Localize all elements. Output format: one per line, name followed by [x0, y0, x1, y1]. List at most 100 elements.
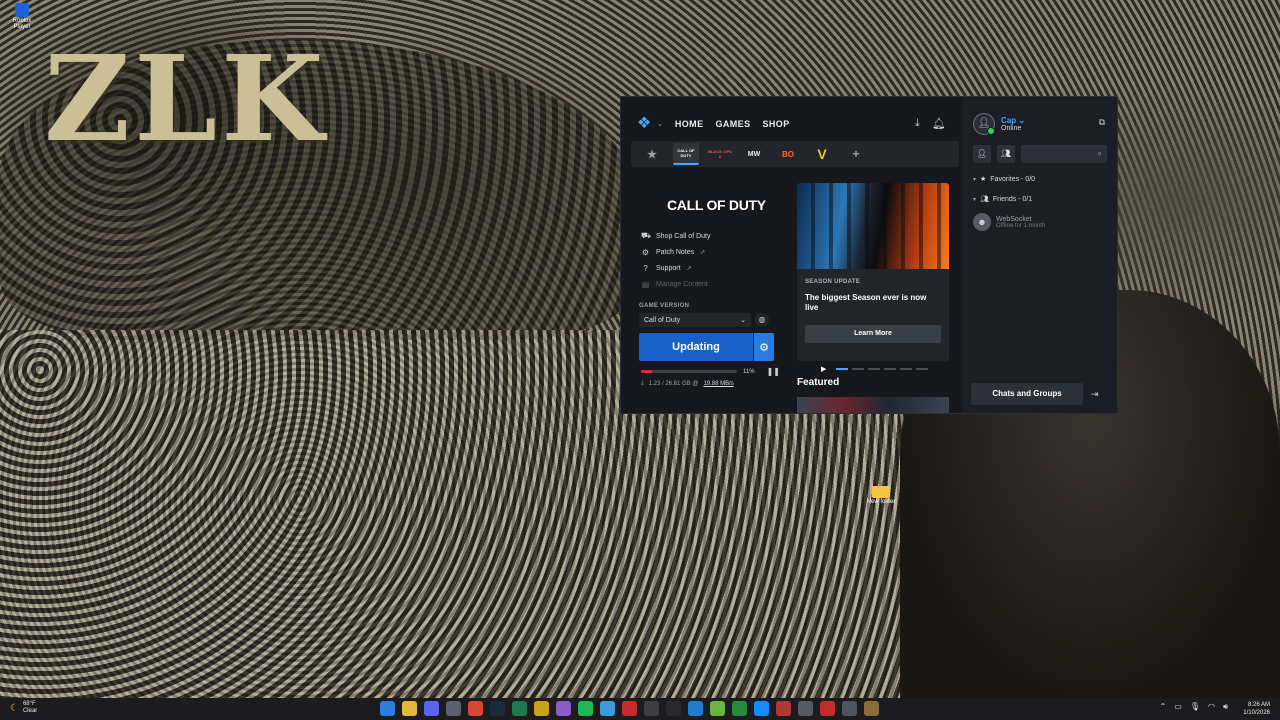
tab-black-ops-6[interactable]: BLACK OPS 6: [707, 144, 733, 164]
carousel-dot[interactable]: [916, 368, 929, 370]
desktop-icon-roblox[interactable]: Roblox Player: [4, 3, 40, 30]
profile-name: Cap ⌄: [1001, 116, 1026, 125]
season-update-image: [797, 183, 949, 269]
app7-icon[interactable]: [842, 701, 857, 716]
play-icon[interactable]: ▶: [821, 365, 826, 373]
learn-more-button[interactable]: Learn More: [805, 325, 941, 343]
bell-icon[interactable]: 🔔︎: [932, 117, 946, 130]
globe-icon[interactable]: ◍: [755, 313, 769, 327]
friends-group[interactable]: ▾ 👥︎ Friends - 0/1: [973, 195, 1033, 204]
clock[interactable]: 8:26 AM 1/10/2026: [1243, 701, 1270, 717]
folder-icon: [872, 486, 890, 498]
chevron-down-icon[interactable]: ⌄: [657, 120, 663, 128]
favorites-star-icon[interactable]: ★: [639, 144, 665, 164]
tab-black-ops[interactable]: BO: [775, 144, 801, 164]
download-speed: 19.88 MB/s: [703, 380, 734, 387]
nav-shop[interactable]: SHOP: [763, 119, 790, 129]
carousel-dot[interactable]: [900, 368, 913, 370]
tab-call-of-duty[interactable]: CALL OF DUTY: [673, 143, 699, 165]
app6-icon[interactable]: [820, 701, 835, 716]
vs-code-icon[interactable]: [688, 701, 703, 716]
carousel-dot[interactable]: [884, 368, 897, 370]
file-explorer-icon[interactable]: [402, 701, 417, 716]
roblox-icon: [15, 3, 29, 17]
app2-icon[interactable]: [622, 701, 637, 716]
chevron-up-icon[interactable]: ⌃: [1160, 702, 1167, 712]
app3-icon[interactable]: [644, 701, 659, 716]
discord-icon[interactable]: [424, 701, 439, 716]
updating-button[interactable]: Updating: [639, 333, 753, 361]
spotify-icon[interactable]: [578, 701, 593, 716]
favorites-label: Favorites - 0/0: [990, 175, 1036, 183]
battlenet-window: — ☐ ✕ ❖ ⌄ HOME GAMES SHOP ⤓ 🔔︎ ★ CALL OF…: [620, 96, 1118, 414]
friends-search-input[interactable]: ⌕: [1021, 145, 1107, 163]
app5-icon[interactable]: [798, 701, 813, 716]
carousel-dot[interactable]: [836, 368, 849, 370]
search-icon: ⌕: [1097, 149, 1102, 158]
app-icon[interactable]: [600, 701, 615, 716]
desktop-icon-new-folder[interactable]: New folder: [866, 486, 896, 505]
friend-item[interactable]: ☻ WebSocket Offline for 1 month: [973, 213, 1045, 231]
game-settings-gear-icon[interactable]: ⚙: [754, 333, 774, 361]
download-icon[interactable]: ⤓: [915, 117, 920, 130]
friends-icon: 👥︎: [980, 196, 989, 203]
terminal-icon[interactable]: [512, 701, 527, 716]
xbox-icon[interactable]: [732, 701, 747, 716]
wifi-icon[interactable]: ◠: [1208, 702, 1215, 712]
steam-icon[interactable]: [490, 701, 505, 716]
box-icon: ▤: [641, 279, 650, 289]
expand-icon[interactable]: ⇥: [1091, 389, 1099, 400]
windows-icon[interactable]: [380, 701, 395, 716]
tab-vanguard[interactable]: V: [809, 144, 835, 164]
chats-and-groups-button[interactable]: Chats and Groups: [971, 383, 1083, 405]
photoshop-icon[interactable]: [534, 701, 549, 716]
chrome-icon[interactable]: [468, 701, 483, 716]
pause-icon[interactable]: ❚❚: [767, 367, 780, 376]
friend-requests-icon[interactable]: 👥︎: [997, 145, 1015, 163]
volume-icon[interactable]: 🔊︎: [1223, 702, 1228, 712]
battlenet-logo-icon[interactable]: ❖: [637, 115, 655, 133]
battery-icon[interactable]: ▭: [1174, 702, 1182, 712]
nvidia-icon[interactable]: [710, 701, 725, 716]
weather-widget[interactable]: ☾ 68°F Clear: [10, 701, 37, 715]
carousel-dot[interactable]: [852, 368, 865, 370]
link-support[interactable]: ? Support ↗: [641, 263, 781, 273]
featured-image[interactable]: [797, 397, 949, 413]
avatar: 👤︎: [973, 113, 995, 135]
profile-status: Online: [1001, 125, 1022, 132]
mic-icon[interactable]: 🎙︎: [1190, 702, 1200, 712]
game-version-value: Call of Duty: [644, 316, 681, 324]
chevron-down-icon: ▾: [973, 176, 977, 183]
favorites-group[interactable]: ▾ ★ Favorites - 0/0: [973, 175, 1036, 184]
photos-icon[interactable]: [556, 701, 571, 716]
social-panel: 👤︎ Cap ⌄ Online ⧉ 👤︎ 👥︎ ⌕ ▾ ★ Favorites …: [963, 97, 1117, 413]
carousel-controls: ▶: [821, 365, 929, 373]
season-update-card[interactable]: SEASON UPDATE The biggest Season ever is…: [797, 183, 949, 361]
update-progress-bar: [641, 370, 737, 373]
link-shop-call-of-duty[interactable]: ⛟ Shop Call of Duty: [641, 231, 781, 241]
link-label: Shop Call of Duty: [656, 232, 711, 240]
nav-home[interactable]: HOME: [675, 119, 704, 129]
settings-icon[interactable]: [446, 701, 461, 716]
carousel-dot[interactable]: [868, 368, 881, 370]
profile[interactable]: 👤︎ Cap ⌄ Online: [973, 113, 1025, 135]
app4-icon[interactable]: [776, 701, 791, 716]
add-friend-icon[interactable]: 👤︎: [973, 145, 991, 163]
tab-modern-warfare[interactable]: MW: [741, 144, 767, 164]
tab-label: BLACK OPS 6: [708, 149, 732, 159]
friends-label: Friends - 0/1: [992, 195, 1033, 203]
battlenet-icon[interactable]: [754, 701, 769, 716]
link-label: Support: [656, 264, 681, 272]
popout-icon[interactable]: ⧉: [1099, 117, 1105, 128]
link-patch-notes[interactable]: ⚙ Patch Notes ↗: [641, 247, 781, 257]
update-progress-fill: [641, 370, 652, 373]
nav-games[interactable]: GAMES: [715, 119, 750, 129]
weather-condition: Clear: [22, 708, 38, 714]
game-version-select[interactable]: Call of Duty ⌄: [639, 313, 751, 327]
app8-icon[interactable]: [864, 701, 879, 716]
system-tray: ⌃ ▭ 🎙︎ ◠ 🔊︎: [1160, 702, 1228, 712]
moon-icon: ☾: [10, 702, 19, 714]
add-game-icon[interactable]: +: [843, 144, 869, 164]
link-manage-content: ▤ Manage Content: [641, 279, 781, 289]
epic-icon[interactable]: [666, 701, 681, 716]
